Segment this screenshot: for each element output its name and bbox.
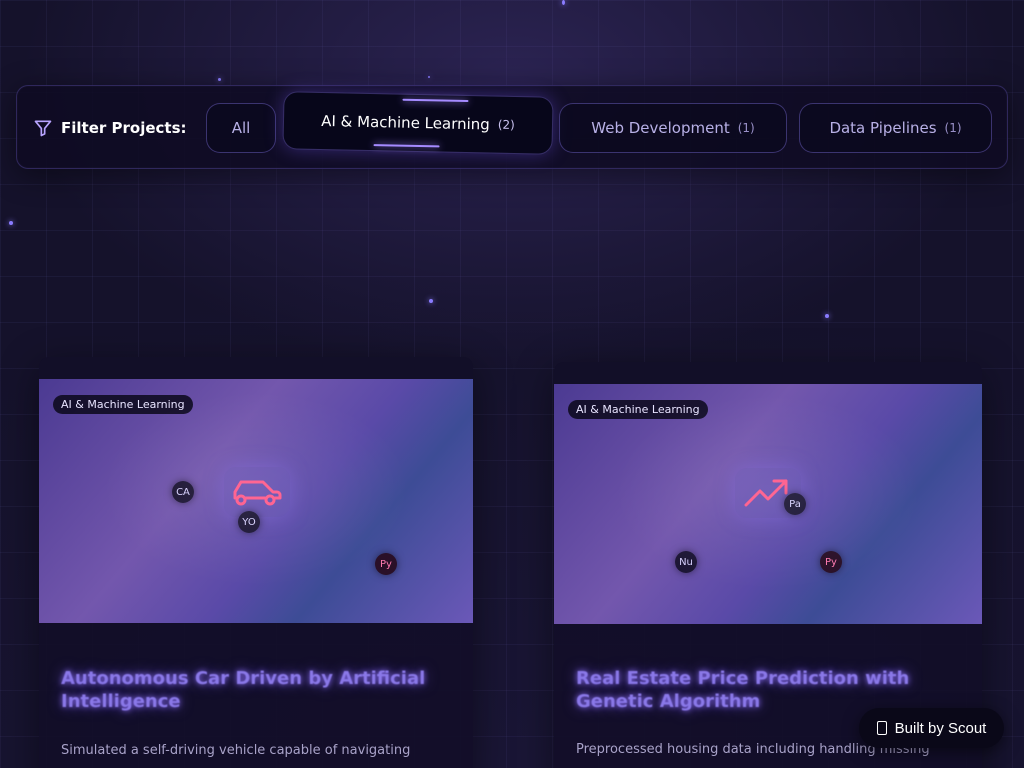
project-card[interactable]: AI & Machine Learning CA YO Py Autonomou… (39, 357, 473, 768)
filter-option-label: Web Development (591, 119, 730, 137)
tech-badge: Py (375, 553, 397, 575)
filter-label: Filter Projects: (33, 116, 187, 140)
scout-icon (876, 721, 887, 735)
star-dot (218, 78, 221, 81)
category-badge: AI & Machine Learning (568, 400, 708, 419)
portfolio-page: Filter Projects: All AI & Machine Learni… (0, 0, 1024, 768)
filter-option-count: (1) (944, 121, 962, 135)
category-badge: AI & Machine Learning (53, 395, 193, 414)
filter-option-count: (2) (497, 117, 515, 133)
project-thumbnail: AI & Machine Learning Pa Nu Py (554, 384, 982, 624)
filter-option-label: Data Pipelines (829, 119, 937, 137)
project-thumbnail: AI & Machine Learning CA YO Py (39, 379, 473, 623)
star-dot (428, 76, 430, 78)
card-top-strip (39, 357, 473, 379)
built-by-badge[interactable]: Built by Scout (859, 708, 1004, 748)
filter-option-ai-ml[interactable]: AI & Machine Learning (2) (282, 91, 554, 155)
filter-icon (34, 120, 52, 137)
tech-badge: Pa (784, 493, 806, 515)
project-title: Autonomous Car Driven by Artificial Inte… (61, 668, 426, 712)
active-indicator-top (402, 98, 469, 103)
project-description: Simulated a self-driving vehicle capable… (61, 743, 411, 758)
card-top-strip (554, 362, 982, 384)
filter-bar: Filter Projects: All AI & Machine Learni… (16, 85, 1008, 169)
star-dot (429, 299, 433, 303)
star-dot (562, 0, 565, 5)
tech-badge: CA (172, 481, 194, 503)
filter-option-label: All (231, 119, 251, 137)
filter-option-all[interactable]: All (206, 103, 276, 153)
filter-label-text: Filter Projects: (61, 119, 187, 137)
star-dot (825, 314, 829, 318)
filter-option-data-pipelines[interactable]: Data Pipelines (1) (799, 103, 992, 153)
tech-badge: Py (820, 551, 842, 573)
built-by-label: Built by Scout (894, 719, 987, 737)
tech-badge: Nu (675, 551, 697, 573)
active-indicator-bottom (373, 144, 440, 148)
tech-badge: YO (238, 511, 260, 533)
filter-option-web-development[interactable]: Web Development (1) (559, 103, 787, 153)
filter-option-count: (1) (737, 121, 755, 135)
star-dot (9, 221, 13, 225)
car-icon (224, 467, 290, 517)
project-title: Real Estate Price Prediction with Geneti… (576, 668, 910, 712)
filter-option-label: AI & Machine Learning (321, 111, 490, 134)
trending-up-icon (735, 468, 801, 518)
